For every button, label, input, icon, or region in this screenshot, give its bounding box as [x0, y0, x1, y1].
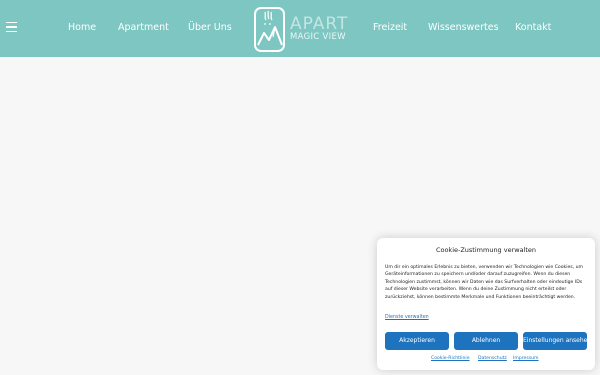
site-logo[interactable]: APART MAGIC VIEW	[253, 7, 353, 53]
imprint-link[interactable]: Impressum	[513, 356, 539, 361]
logo-wordmark: APART	[290, 14, 349, 34]
nav-link-freizeit[interactable]: Freizeit	[373, 21, 407, 35]
accept-button[interactable]: Akzeptieren	[385, 332, 449, 350]
nav-link-apartment[interactable]: Apartment	[118, 21, 169, 35]
hamburger-menu-icon[interactable]	[6, 22, 17, 32]
cookie-dialog-body: Um dir ein optimales Erlebnis zu bieten,…	[385, 265, 583, 300]
mountain-logo-icon	[254, 7, 285, 52]
nav-link-kontakt[interactable]: Kontakt	[515, 21, 551, 35]
nav-link-ueber-uns[interactable]: Über Uns	[188, 21, 232, 35]
cookie-consent-dialog: Cookie-Zustimmung verwalten Um dir ein o…	[377, 238, 595, 370]
privacy-link[interactable]: Datenschutz	[478, 356, 507, 361]
manage-services-link[interactable]: Dienste verwalten	[385, 315, 429, 320]
decline-button[interactable]: Ablehnen	[454, 332, 518, 350]
navbar: Home Apartment Über Uns APART MAGIC VIEW…	[0, 0, 600, 57]
nav-link-wissenswertes[interactable]: Wissenswertes	[428, 21, 499, 35]
view-settings-button[interactable]: Einstellungen ansehen	[523, 332, 587, 350]
logo-tagline: MAGIC VIEW	[290, 32, 346, 42]
cookie-dialog-title: Cookie-Zustimmung verwalten	[435, 246, 537, 254]
cookie-policy-link[interactable]: Cookie-Richtlinie	[431, 356, 470, 361]
nav-link-home[interactable]: Home	[68, 21, 96, 35]
